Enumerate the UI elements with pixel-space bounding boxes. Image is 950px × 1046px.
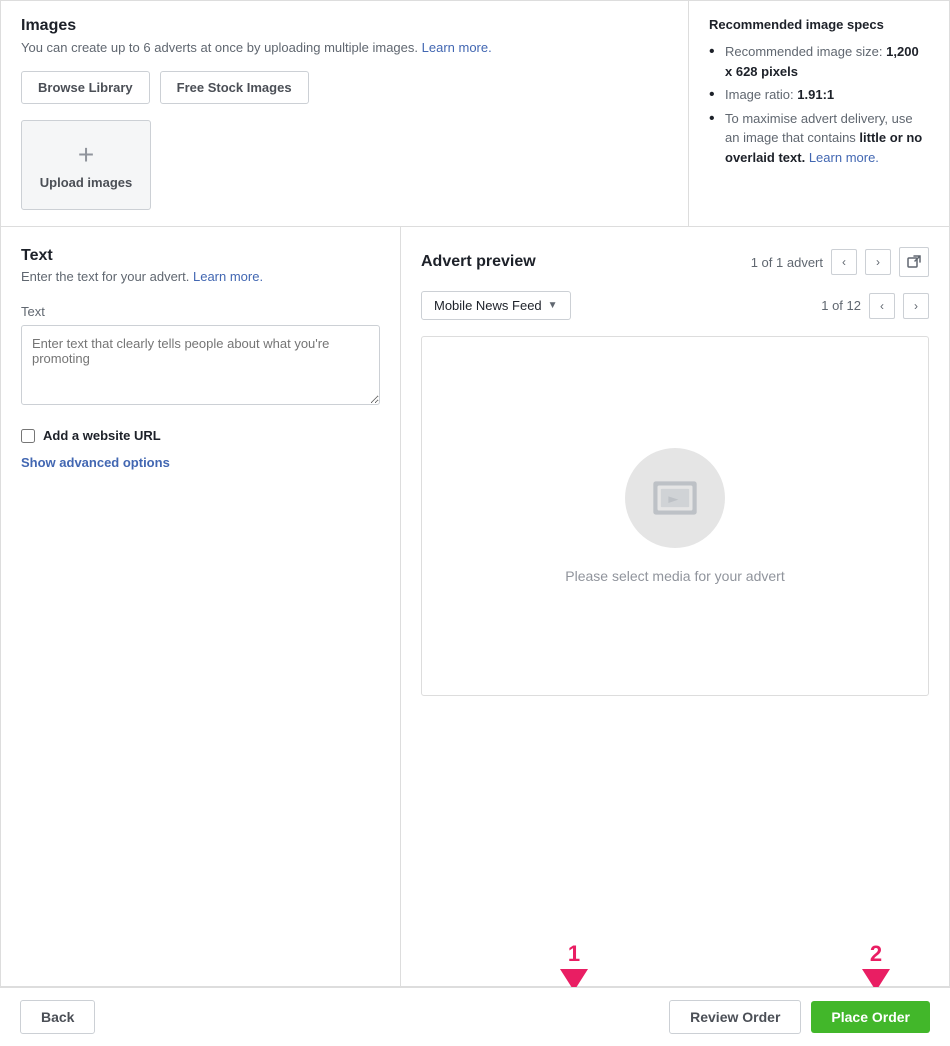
add-url-checkbox[interactable] <box>21 429 35 443</box>
recommended-specs-title: Recommended image specs <box>709 17 929 32</box>
media-placeholder-icon <box>625 448 725 548</box>
back-button[interactable]: Back <box>20 1000 95 1034</box>
preview-page-counter: 1 of 12 <box>821 298 861 313</box>
annotation-number-1: 1 <box>568 943 580 965</box>
preview-nav: 1 of 1 advert ‹ › <box>751 247 929 277</box>
media-placeholder-text: Please select media for your advert <box>565 568 784 584</box>
main-content: Text Enter the text for your advert. Lea… <box>0 227 950 987</box>
image-source-buttons: Browse Library Free Stock Images <box>21 71 668 104</box>
images-section: Images You can create up to 6 adverts at… <box>0 0 950 227</box>
text-input[interactable] <box>21 325 380 405</box>
rec-item-delivery: To maximise advert delivery, use an imag… <box>709 109 929 168</box>
text-field-label: Text <box>21 304 380 319</box>
next-page-button[interactable]: › <box>903 293 929 319</box>
media-icon-svg <box>650 473 700 523</box>
text-section: Text Enter the text for your advert. Lea… <box>1 227 401 986</box>
rec-item-size: Recommended image size: 1,200 x 628 pixe… <box>709 42 929 81</box>
images-title: Images <box>21 17 668 35</box>
external-link-icon <box>907 255 921 269</box>
show-advanced-link[interactable]: Show advanced options <box>21 455 380 470</box>
place-order-button[interactable]: Place Order <box>811 1001 930 1033</box>
preview-page-nav: 1 of 12 ‹ › <box>821 293 929 319</box>
images-right-panel: Recommended image specs Recommended imag… <box>689 1 949 226</box>
annotation-1: 1 <box>560 943 588 991</box>
annotation-number-2: 2 <box>870 943 882 965</box>
prev-advert-button[interactable]: ‹ <box>831 249 857 275</box>
recommended-specs-list: Recommended image size: 1,200 x 628 pixe… <box>709 42 929 167</box>
text-section-description: Enter the text for your advert. Learn mo… <box>21 269 380 284</box>
text-learn-more-link[interactable]: Learn more. <box>193 269 263 284</box>
images-left-panel: Images You can create up to 6 adverts at… <box>1 1 689 226</box>
dropdown-arrow-icon: ▼ <box>548 300 558 311</box>
preview-toolbar: Mobile News Feed ▼ 1 of 12 ‹ › <box>421 291 929 320</box>
images-learn-more-link[interactable]: Learn more. <box>422 40 492 55</box>
preview-format-dropdown[interactable]: Mobile News Feed ▼ <box>421 291 571 320</box>
footer-actions: Review Order Place Order <box>669 1000 930 1034</box>
upload-label: Upload images <box>40 175 132 190</box>
preview-header: Advert preview 1 of 1 advert ‹ › <box>421 247 929 277</box>
images-description: You can create up to 6 adverts at once b… <box>21 39 668 57</box>
preview-area: Please select media for your advert <box>421 336 929 696</box>
rec-item-ratio: Image ratio: 1.91:1 <box>709 85 929 105</box>
footer: Back Review Order Place Order <box>0 987 950 1046</box>
next-advert-button[interactable]: › <box>865 249 891 275</box>
rec-learn-more-link[interactable]: Learn more. <box>809 150 879 165</box>
prev-page-button[interactable]: ‹ <box>869 293 895 319</box>
free-stock-images-button[interactable]: Free Stock Images <box>160 71 309 104</box>
preview-counter: 1 of 1 advert <box>751 255 823 270</box>
add-url-row: Add a website URL <box>21 428 380 443</box>
browse-library-button[interactable]: Browse Library <box>21 71 150 104</box>
external-link-button[interactable] <box>899 247 929 277</box>
upload-plus-icon: + <box>78 141 94 169</box>
footer-wrapper: 1 2 Back Review Order Place Order <box>0 987 950 1046</box>
text-section-title: Text <box>21 247 380 265</box>
preview-section: Advert preview 1 of 1 advert ‹ › Mobile <box>401 227 949 986</box>
add-url-label[interactable]: Add a website URL <box>43 428 161 443</box>
review-order-button[interactable]: Review Order <box>669 1000 801 1034</box>
preview-format-label: Mobile News Feed <box>434 298 542 313</box>
upload-images-button[interactable]: + Upload images <box>21 120 151 210</box>
preview-title: Advert preview <box>421 253 536 271</box>
annotation-2: 2 <box>862 943 890 991</box>
